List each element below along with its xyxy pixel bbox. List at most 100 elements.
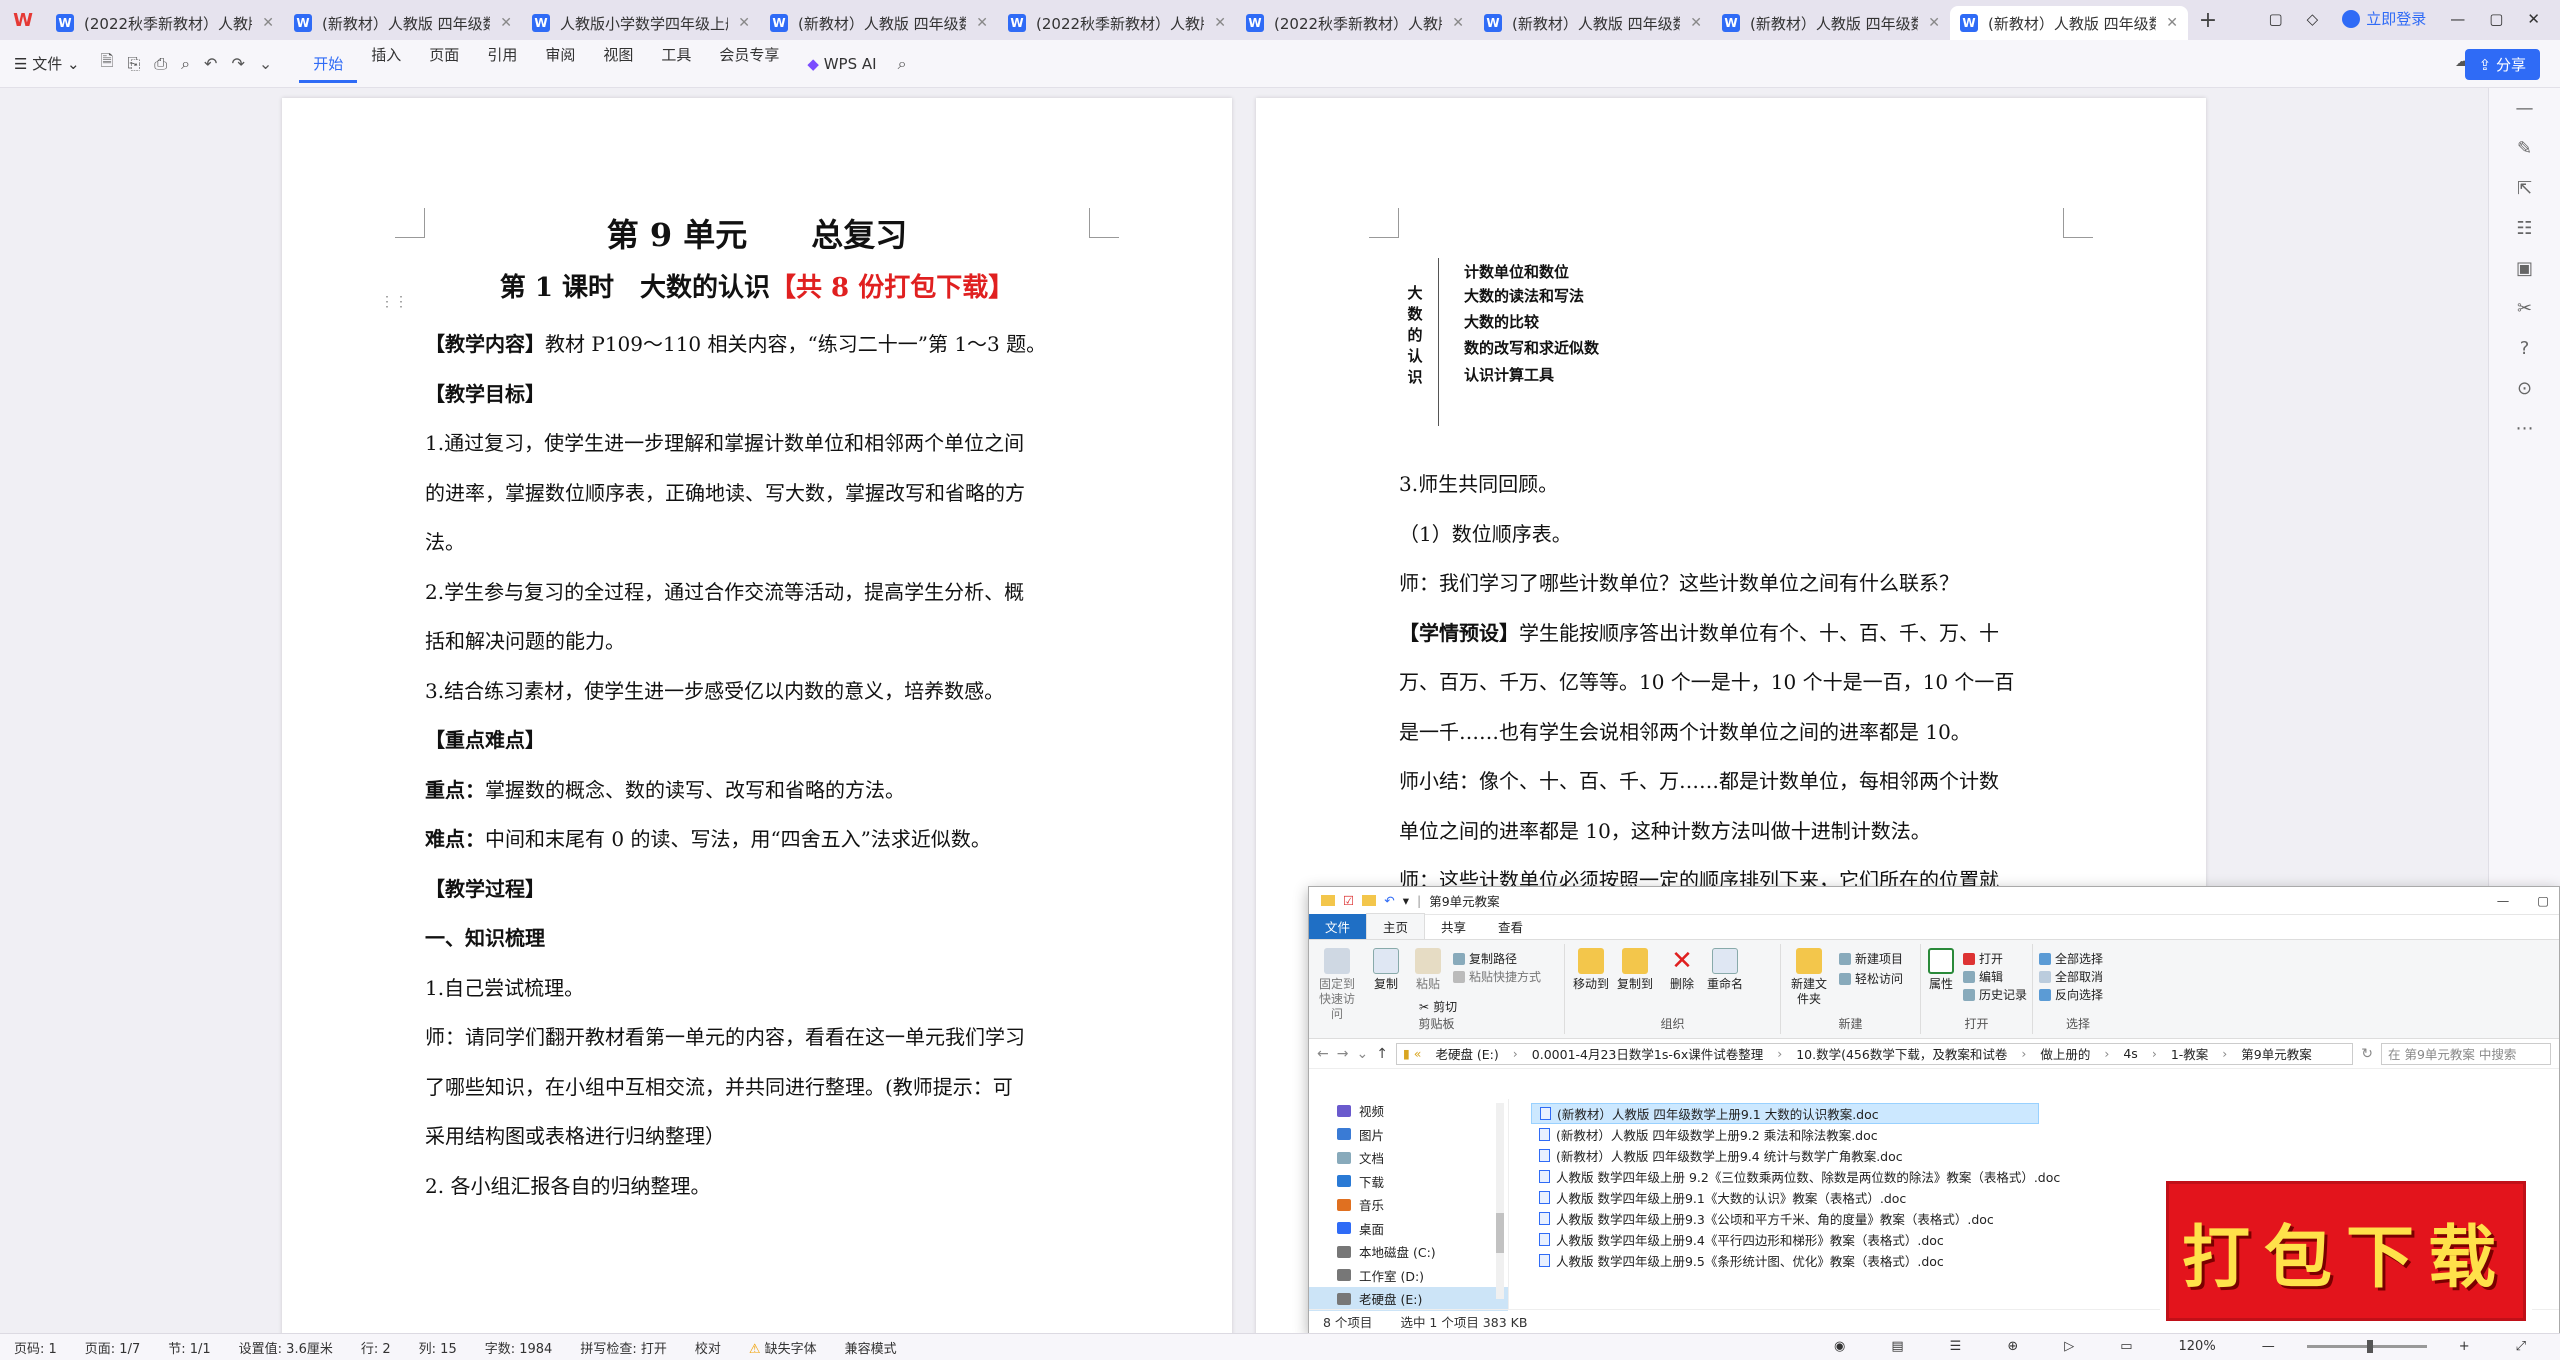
path-segment[interactable]: 1-教案 [2171, 1044, 2208, 1063]
document-page-1[interactable]: 第 9 单元 总复习 第 1 课时 大数的认识【共 8 份打包下载】 ⋮⋮ 【教… [282, 98, 1232, 1333]
new-folder-quick-icon[interactable] [1362, 895, 1377, 906]
zoom-thumb[interactable] [2366, 1340, 2373, 1353]
help-icon[interactable]: ? [2489, 328, 2560, 368]
file-item[interactable]: (新教材）人教版 四年级数学上册9.2 乘法和除法教案.doc [1531, 1124, 2551, 1145]
collapse-icon[interactable]: — [2489, 88, 2560, 128]
zoom-level[interactable]: 120% [2165, 1339, 2230, 1354]
status-item[interactable]: 拼写检查: 打开 [566, 1338, 681, 1357]
status-item[interactable]: 校对 [681, 1338, 735, 1357]
play-icon[interactable]: ▷ [2050, 1339, 2088, 1354]
refresh-icon[interactable]: ↻ [2361, 1046, 2373, 1062]
close-icon[interactable]: ✕ [1690, 15, 1702, 31]
minimize-icon[interactable]: — [2450, 10, 2465, 28]
properties-button[interactable]: 属性 [1925, 948, 1957, 992]
path-segment[interactable]: 0.0001-4月23日数学1s-6x课件试卷整理 [1532, 1044, 1763, 1063]
menu-2[interactable]: 页面 [415, 44, 473, 83]
doc-tab[interactable]: W (新教材）人教版 四年级数学上册 ✕ [760, 6, 998, 40]
doc-tab[interactable]: W (新教材）人教版 四年级数学上册 ✕ [1474, 6, 1712, 40]
missing-font-warning[interactable]: ⚠ 缺失字体 [735, 1338, 831, 1357]
nav-item[interactable]: 本地磁盘 (C:) [1309, 1240, 1508, 1264]
up-arrow-icon[interactable]: ↑ [1376, 1046, 1388, 1062]
nav-item[interactable]: 图片 [1309, 1123, 1508, 1147]
menu-5[interactable]: 视图 [589, 44, 647, 83]
close-icon[interactable]: ✕ [2166, 15, 2178, 31]
ribbon-tab-3[interactable]: 查看 [1482, 914, 1539, 939]
move-to-button[interactable]: 移动到 [1571, 948, 1611, 992]
ribbon-tab-0[interactable]: 文件 [1309, 914, 1367, 939]
style-icon[interactable]: ▣ [2489, 248, 2560, 288]
close-window-icon[interactable]: ✕ [2527, 10, 2540, 28]
drag-handle-icon[interactable]: ⋮⋮ [380, 278, 408, 328]
copy-button[interactable]: 复制 [1369, 948, 1403, 992]
doc-tab[interactable]: W (2022秋季新教材）人教版小学数 ✕ [1236, 6, 1474, 40]
nav-item[interactable]: 工作室 (D:) [1309, 1264, 1508, 1288]
close-icon[interactable]: ✕ [262, 15, 274, 31]
search-field[interactable]: 在 第9单元教案 中搜索 [2381, 1042, 2551, 1065]
doc-tab[interactable]: W (2022秋季新教材）人教版小学数 ✕ [998, 6, 1236, 40]
nav-item[interactable]: 文档 [1309, 1146, 1508, 1170]
window-list-icon[interactable]: ▢ [2268, 10, 2282, 28]
ribbon-tab-1[interactable]: 主页 [1366, 913, 1426, 939]
nav-item[interactable]: 视频 [1309, 1099, 1508, 1123]
select-all-button[interactable]: 全部选择 [2039, 950, 2103, 967]
close-icon[interactable]: ✕ [976, 15, 988, 31]
quick-access-chevron-icon[interactable]: ▾ [1403, 893, 1409, 908]
status-item[interactable]: 行: 2 [347, 1338, 405, 1357]
download-promo-badge[interactable]: 打包下载 [2160, 1175, 2532, 1327]
menu-1[interactable]: 插入 [357, 44, 415, 83]
new-item-button[interactable]: 新建项目 [1839, 950, 1903, 967]
maximize-icon[interactable]: ▢ [2489, 10, 2503, 28]
history-button[interactable]: 历史记录 [1963, 986, 2027, 1003]
save-icon[interactable]: 🗎 [94, 50, 121, 77]
fit-icon[interactable]: ⤢ [2502, 1339, 2540, 1354]
status-item[interactable]: 设置值: 3.6厘米 [225, 1338, 347, 1357]
status-item[interactable]: 页码: 1 [0, 1338, 71, 1357]
undo-quick-icon[interactable]: ↶ [1384, 893, 1394, 908]
more-chevron-icon[interactable]: ⌄ [252, 54, 279, 73]
ex-minimize-icon[interactable]: — [2497, 893, 2510, 908]
zoom-slider[interactable] [2306, 1340, 2427, 1353]
new-tab-button[interactable]: + [2188, 8, 2228, 33]
status-item[interactable]: 字数: 1984 [471, 1338, 567, 1357]
web-view-icon[interactable]: ⊕ [1993, 1339, 2032, 1354]
tools-icon[interactable]: ✂ [2489, 288, 2560, 328]
paste-button[interactable]: 粘贴 [1411, 948, 1445, 992]
wps-logo-icon[interactable]: W [0, 0, 46, 40]
close-icon[interactable]: ✕ [500, 15, 512, 31]
file-menu[interactable]: ☰ 文件 ⌄ [0, 53, 94, 74]
ribbon-tab-2[interactable]: 共享 [1425, 914, 1482, 939]
doc-tab[interactable]: W 人教版小学数学四年级上册3.1《 ✕ [522, 6, 760, 40]
properties-quick-icon[interactable]: ☑ [1343, 893, 1354, 908]
close-icon[interactable]: ✕ [1928, 15, 1940, 31]
status-item[interactable]: 节: 1/1 [154, 1338, 224, 1357]
select-icon[interactable]: ⇱ [2489, 168, 2560, 208]
doc-tab[interactable]: W (新教材）人教版 四年级数学上册 ✕ [1712, 6, 1950, 40]
doc-tab[interactable]: W (新教材）人教版 四年级数学上册 ✕ [284, 6, 522, 40]
page-view-icon[interactable]: ▤ [1877, 1339, 1917, 1354]
edit-icon[interactable]: ✎ [2489, 128, 2560, 168]
nav-scroll-thumb[interactable] [1496, 1213, 1504, 1253]
redo-icon[interactable]: ↷ [224, 54, 251, 73]
search-icon[interactable]: ⌕ [891, 54, 914, 74]
status-item[interactable]: 列: 15 [405, 1338, 471, 1357]
share-icon[interactable]: ⊙ [2489, 368, 2560, 408]
menu-0[interactable]: 开始 [299, 53, 358, 83]
delete-button[interactable]: ✕ 删除 [1665, 948, 1699, 992]
wps-ai-button[interactable]: ◆ WPS AI [793, 55, 890, 73]
nav-item[interactable]: 老硬盘 (E:) [1309, 1287, 1508, 1311]
menu-6[interactable]: 工具 [647, 44, 705, 83]
invert-selection-button[interactable]: 反向选择 [2039, 986, 2103, 1003]
outline-view-icon[interactable]: ☰ [1936, 1339, 1976, 1354]
path-segment[interactable]: 做上册的 [2040, 1044, 2090, 1063]
select-none-button[interactable]: 全部取消 [2039, 968, 2103, 985]
nav-item[interactable]: 桌面 [1309, 1217, 1508, 1241]
path-segment[interactable]: 第9单元教案 [2241, 1044, 2311, 1063]
cut-button[interactable]: ✂ 剪切 [1419, 998, 1457, 1015]
menu-4[interactable]: 审阅 [531, 44, 589, 83]
forward-arrow-icon[interactable]: → [1337, 1046, 1349, 1062]
file-item[interactable]: (新教材）人教版 四年级数学上册9.1 大数的认识教案.doc [1531, 1103, 2039, 1124]
path-segment[interactable]: 老硬盘 (E:) [1435, 1044, 1498, 1063]
paste-shortcut-button[interactable]: 粘贴快捷方式 [1453, 968, 1541, 985]
doc-tab[interactable]: W (新教材）人教版 四年级数学 ✕ [1950, 6, 2188, 40]
status-item[interactable]: 页面: 1/7 [71, 1338, 154, 1357]
